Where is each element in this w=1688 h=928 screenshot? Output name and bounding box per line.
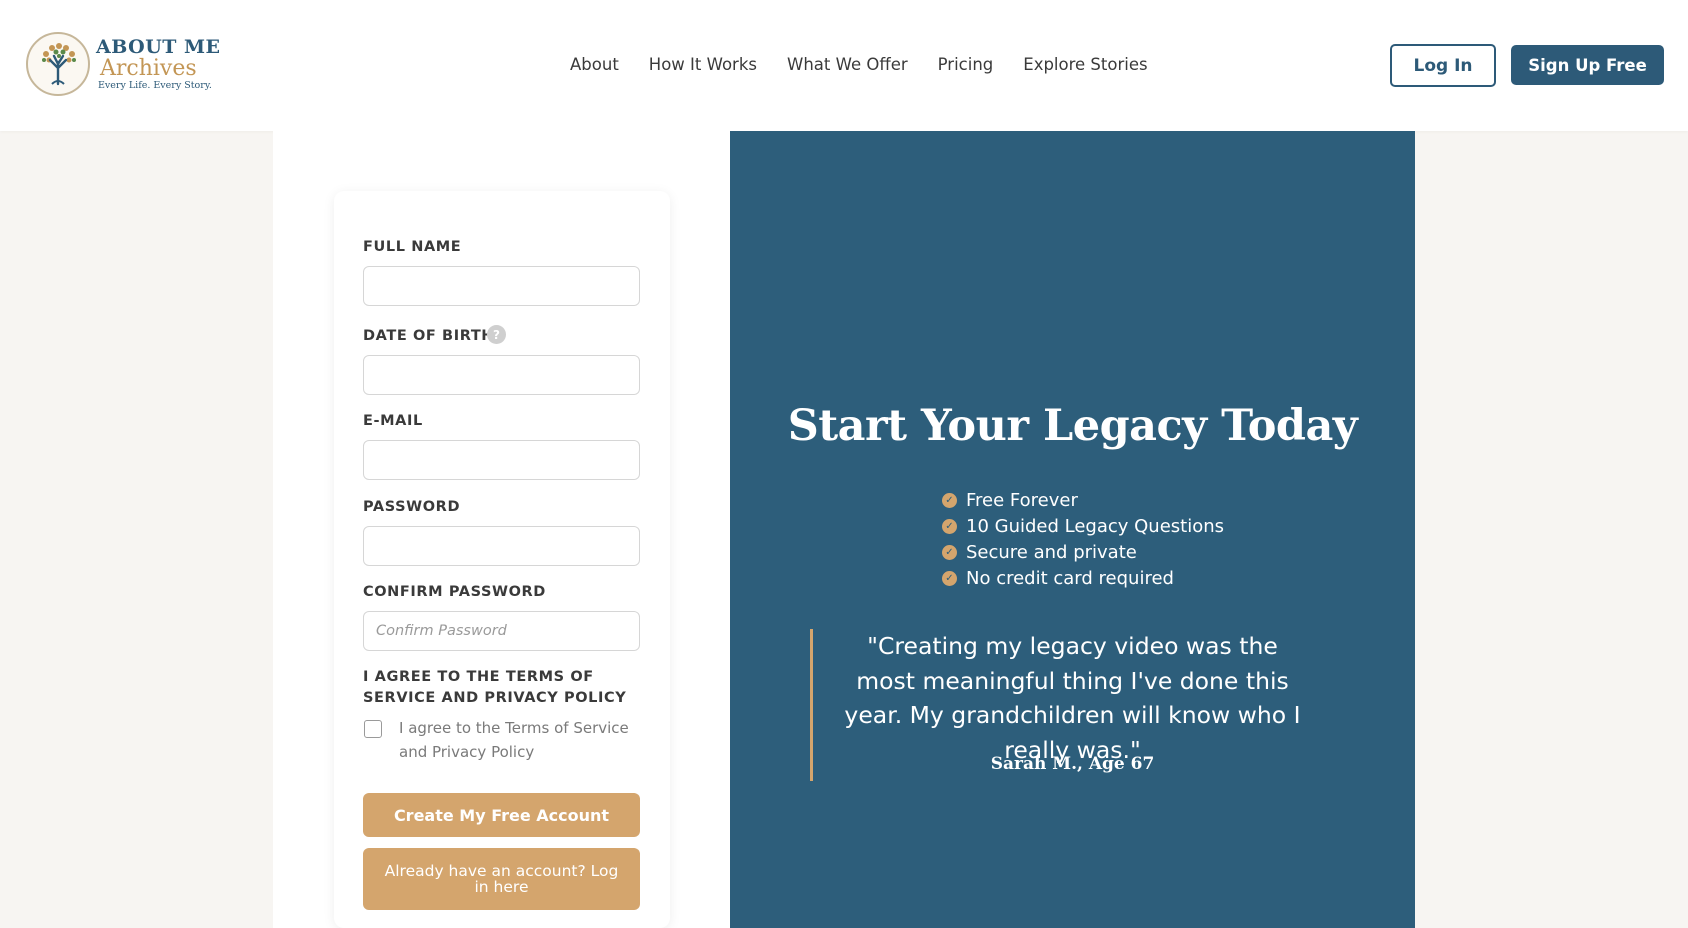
- check-circle-icon: ✓: [942, 570, 957, 586]
- brand-name-top: ABOUT ME: [96, 35, 221, 58]
- check-circle-icon: ✓: [942, 492, 957, 508]
- email-input[interactable]: [363, 440, 640, 480]
- testimonial-author: Sarah M., Age 67: [990, 754, 1155, 774]
- feature-label: No credit card required: [966, 567, 1174, 589]
- password-input[interactable]: [363, 526, 640, 566]
- terms-checkbox-text[interactable]: I agree to the Terms of Service and Priv…: [399, 716, 649, 764]
- email-label: E-MAIL: [363, 413, 423, 429]
- nav-what-we-offer[interactable]: What We Offer: [787, 55, 908, 74]
- nav-pricing[interactable]: Pricing: [938, 55, 994, 74]
- feature-label: Secure and private: [966, 541, 1137, 563]
- nav-about[interactable]: About: [570, 55, 619, 74]
- nav-how-it-works[interactable]: How It Works: [649, 55, 757, 74]
- feature-list: ✓ Free Forever ✓ 10 Guided Legacy Questi…: [942, 487, 1224, 591]
- confirm-password-label: CONFIRM PASSWORD: [363, 584, 546, 600]
- brand-logo[interactable]: ABOUT ME Archives Every Life. Every Stor…: [26, 32, 221, 96]
- password-label: PASSWORD: [363, 499, 461, 515]
- brand-text: ABOUT ME Archives Every Life. Every Stor…: [96, 35, 221, 91]
- feature-item: ✓ Secure and private: [942, 539, 1224, 565]
- login-link-button[interactable]: Already have an account? Log in here: [363, 848, 640, 910]
- check-circle-icon: ✓: [942, 544, 957, 560]
- feature-label: 10 Guided Legacy Questions: [966, 515, 1225, 537]
- dob-input[interactable]: [363, 355, 640, 395]
- feature-label: Free Forever: [966, 489, 1078, 511]
- promo-panel: Start Your Legacy Today ✓ Free Forever ✓…: [730, 131, 1415, 928]
- terms-label: I AGREE TO THE TERMS OF SERVICE AND PRIV…: [363, 669, 627, 706]
- signup-button[interactable]: Sign Up Free: [1511, 45, 1664, 85]
- nav-explore-stories[interactable]: Explore Stories: [1023, 55, 1147, 74]
- site-header: ABOUT ME Archives Every Life. Every Stor…: [0, 0, 1688, 131]
- feature-item: ✓ No credit card required: [942, 565, 1224, 591]
- create-account-button[interactable]: Create My Free Account: [363, 793, 640, 837]
- quote-accent-bar: [810, 629, 813, 781]
- testimonial-quote: "Creating my legacy video was the most m…: [844, 632, 1301, 764]
- tree-icon: [26, 32, 90, 96]
- question-mark-icon[interactable]: ?: [487, 325, 506, 344]
- confirm-password-input[interactable]: [363, 611, 640, 651]
- terms-checkbox[interactable]: [364, 720, 382, 738]
- main-nav: About How It Works What We Offer Pricing…: [570, 55, 1148, 74]
- panel-title: Start Your Legacy Today: [787, 401, 1358, 451]
- full-name-input[interactable]: [363, 266, 640, 306]
- feature-item: ✓ 10 Guided Legacy Questions: [942, 513, 1224, 539]
- dob-label: DATE OF BIRTH: [363, 328, 495, 344]
- login-button[interactable]: Log In: [1390, 44, 1496, 87]
- brand-name-bottom: Archives: [100, 55, 197, 81]
- full-name-label: FULL NAME: [363, 239, 462, 255]
- check-circle-icon: ✓: [942, 518, 957, 534]
- feature-item: ✓ Free Forever: [942, 487, 1224, 513]
- brand-tagline: Every Life. Every Story.: [98, 79, 212, 91]
